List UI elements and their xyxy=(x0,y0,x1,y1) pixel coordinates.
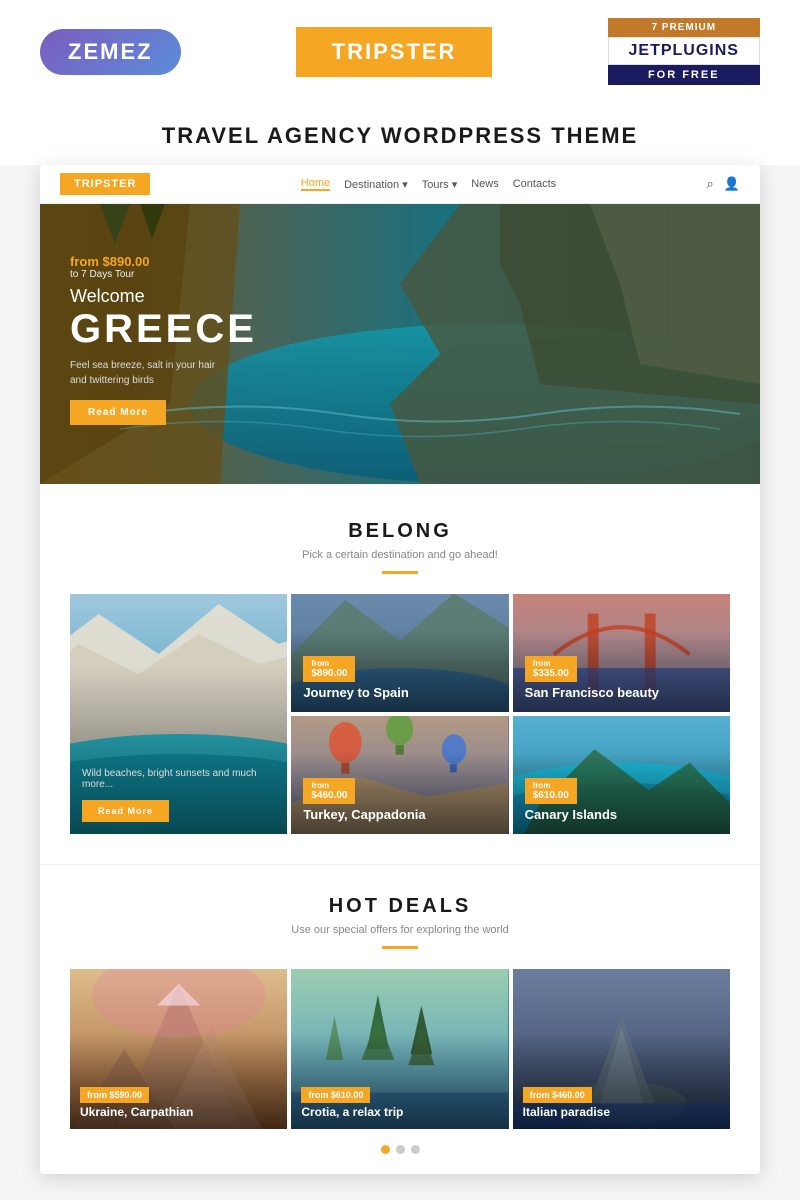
belong-subtitle: Pick a certain destination and go ahead! xyxy=(70,549,730,561)
dot-2[interactable] xyxy=(396,1145,405,1154)
nav-home[interactable]: Home xyxy=(301,177,330,191)
user-icon[interactable]: 👤 xyxy=(724,176,740,192)
destination-canary[interactable]: from $610.00 Canary Islands xyxy=(513,716,730,834)
dest-name-turkey: Turkey, Cappadonia xyxy=(303,807,425,822)
dest-from-spain: from xyxy=(311,659,347,668)
slider-dots xyxy=(70,1145,730,1154)
demo-nav-icons: ⌕ 👤 xyxy=(707,176,740,192)
destination-grid: Blue laguna of Greece Wild beaches, brig… xyxy=(70,594,730,834)
deal-info-croatia: from $610.00 Crotia, a relax trip xyxy=(301,1085,403,1119)
deal-from-italy: from xyxy=(530,1090,550,1100)
hot-deals-section: HOT DEALS Use our special offers for exp… xyxy=(40,864,760,1174)
destination-turkey[interactable]: from $460.00 Turkey, Cappadonia xyxy=(291,716,508,834)
hero-welcome: Welcome xyxy=(70,286,257,307)
nav-destination[interactable]: Destination ▾ xyxy=(344,178,408,191)
dest-readmore-greece[interactable]: Read More xyxy=(82,800,169,822)
belong-divider xyxy=(382,571,418,574)
deal-ukraine[interactable]: from $590.00 Ukraine, Carpathian xyxy=(70,969,287,1129)
search-icon[interactable]: ⌕ xyxy=(707,176,714,192)
page-title-bar: TRAVEL AGENCY WORDPRESS THEME xyxy=(0,103,800,165)
deal-price-italy: from $460.00 xyxy=(523,1087,592,1103)
deal-name-ukraine: Ukraine, Carpathian xyxy=(80,1105,193,1119)
destination-greece[interactable]: Blue laguna of Greece Wild beaches, brig… xyxy=(70,594,287,834)
hero-content: from $890.00 to 7 Days Tour Welcome GREE… xyxy=(70,254,257,425)
hero-read-more-button[interactable]: Read More xyxy=(70,400,166,425)
dest-info-sf: from $335.00 San Francisco beauty xyxy=(525,656,659,700)
hero-title: GREECE xyxy=(70,307,257,352)
dest-name-spain: Journey to Spain xyxy=(303,685,408,700)
dest-price-sf: from $335.00 xyxy=(525,656,577,682)
hot-deals-divider xyxy=(382,946,418,949)
dest-name-sf: San Francisco beauty xyxy=(525,685,659,700)
deal-price-value-ukraine: $590.00 xyxy=(110,1090,143,1100)
nav-tours[interactable]: Tours ▾ xyxy=(422,178,457,191)
nav-news[interactable]: News xyxy=(471,178,499,190)
demo-nav: TRIPSTER Home Destination ▾ Tours ▾ News… xyxy=(40,165,760,204)
dest-info-turkey: from $460.00 Turkey, Cappadonia xyxy=(303,778,425,822)
hero-section: from $890.00 to 7 Days Tour Welcome GREE… xyxy=(40,204,760,484)
dest-desc-greece: Wild beaches, bright sunsets and much mo… xyxy=(82,768,282,790)
destination-sf[interactable]: from $335.00 San Francisco beauty xyxy=(513,594,730,712)
dest-from-turkey: from xyxy=(311,781,347,790)
jetplugins-top: 7 PREMIUM xyxy=(608,18,760,37)
top-header: ZEMEZ TRIPSTER 7 PREMIUM JETPLUGINS FOR … xyxy=(0,0,800,103)
jetplugins-badge: 7 PREMIUM JETPLUGINS FOR FREE xyxy=(608,18,760,85)
deal-croatia[interactable]: from $610.00 Crotia, a relax trip xyxy=(291,969,508,1129)
zemez-logo[interactable]: ZEMEZ xyxy=(40,29,181,75)
dest-price-value-spain: $890.00 xyxy=(311,668,347,679)
dest-from-canary: from xyxy=(533,781,569,790)
dest-price-turkey: from $460.00 xyxy=(303,778,355,804)
deal-info-ukraine: from $590.00 Ukraine, Carpathian xyxy=(80,1085,193,1119)
demo-nav-links: Home Destination ▾ Tours ▾ News Contacts xyxy=(301,177,556,191)
belong-section: BELONG Pick a certain destination and go… xyxy=(40,484,760,864)
dest-from-sf: from xyxy=(533,659,569,668)
dest-price-canary: from $610.00 xyxy=(525,778,577,804)
dest-name-greece: Blue laguna of Greece xyxy=(82,594,282,764)
dest-info-canary: from $610.00 Canary Islands xyxy=(525,778,618,822)
demo-preview: TRIPSTER Home Destination ▾ Tours ▾ News… xyxy=(40,165,760,1174)
deal-name-croatia: Crotia, a relax trip xyxy=(301,1105,403,1119)
jetplugins-middle: JETPLUGINS xyxy=(608,37,760,65)
page-title: TRAVEL AGENCY WORDPRESS THEME xyxy=(0,123,800,149)
dest-info-spain: from $890.00 Journey to Spain xyxy=(303,656,408,700)
deals-slider: from $590.00 Ukraine, Carpathian xyxy=(70,969,730,1129)
deal-info-italy: from $460.00 Italian paradise xyxy=(523,1085,610,1119)
hot-deals-title: HOT DEALS xyxy=(70,895,730,918)
deal-price-value-croatia: $610.00 xyxy=(331,1090,364,1100)
demo-tripster-logo: TRIPSTER xyxy=(60,173,150,195)
destination-spain[interactable]: from $890.00 Journey to Spain xyxy=(291,594,508,712)
belong-title: BELONG xyxy=(70,520,730,543)
hero-price-to: to 7 Days Tour xyxy=(70,269,257,280)
deal-from-ukraine: from xyxy=(87,1090,107,1100)
deal-name-italy: Italian paradise xyxy=(523,1105,610,1119)
nav-contacts[interactable]: Contacts xyxy=(513,178,556,190)
hot-deals-subtitle: Use our special offers for exploring the… xyxy=(70,924,730,936)
hero-price-from: from $890.00 xyxy=(70,254,257,269)
hero-description: Feel sea breeze, salt in your hair and t… xyxy=(70,358,230,388)
deal-italy[interactable]: from $460.00 Italian paradise xyxy=(513,969,730,1129)
dest-info-greece: Blue laguna of Greece Wild beaches, brig… xyxy=(82,594,282,822)
deal-from-croatia: from xyxy=(308,1090,328,1100)
dest-price-spain: from $890.00 xyxy=(303,656,355,682)
jetplugins-bottom: FOR FREE xyxy=(608,65,760,85)
dot-3[interactable] xyxy=(411,1145,420,1154)
dest-name-canary: Canary Islands xyxy=(525,807,618,822)
dest-price-value-sf: $335.00 xyxy=(533,668,569,679)
tripster-logo-main[interactable]: TRIPSTER xyxy=(296,27,493,77)
dot-1[interactable] xyxy=(381,1145,390,1154)
deal-price-ukraine: from $590.00 xyxy=(80,1087,149,1103)
deal-price-croatia: from $610.00 xyxy=(301,1087,370,1103)
dest-price-value-canary: $610.00 xyxy=(533,790,569,801)
dest-price-value-turkey: $460.00 xyxy=(311,790,347,801)
deal-price-value-italy: $460.00 xyxy=(552,1090,585,1100)
